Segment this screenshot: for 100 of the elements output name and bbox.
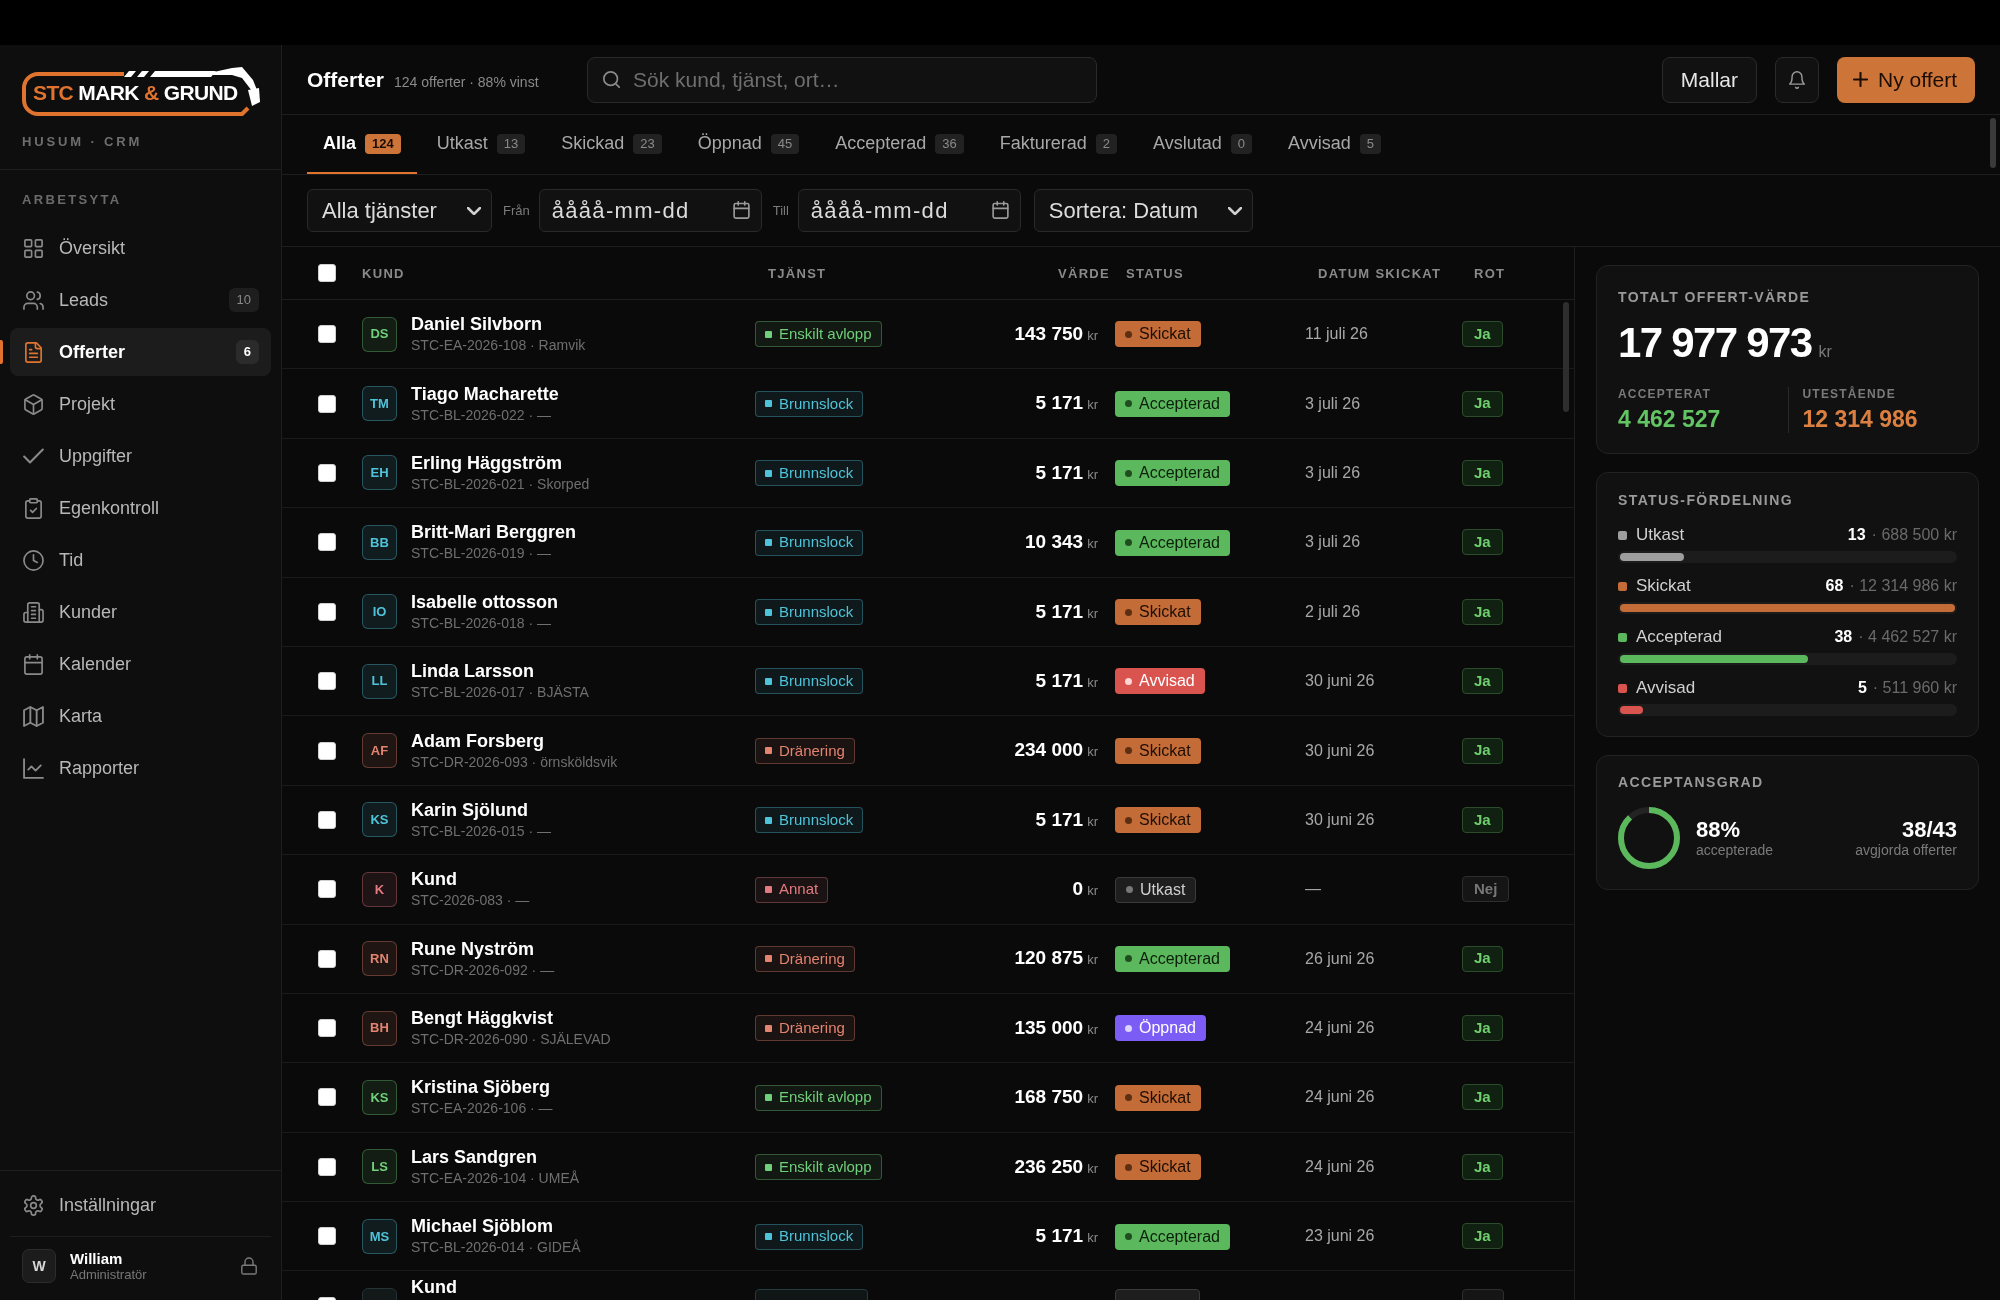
sent-date: 24 juni 26 [1305, 1157, 1375, 1175]
unit-label: kr [1818, 342, 1832, 362]
building-icon [23, 601, 44, 623]
tab[interactable]: Fakturerad 2 [983, 115, 1134, 174]
rot-label: Ja [1462, 1153, 1503, 1180]
offer-reference: STC-DR-2026-092 · — [411, 960, 555, 979]
tab[interactable]: Avslutad 0 [1137, 115, 1268, 174]
rate-label: accepterade [1696, 842, 1774, 859]
status-count: 68 [1825, 576, 1844, 596]
checkbox[interactable] [318, 949, 336, 968]
sent-date: 30 juni 26 [1305, 672, 1375, 690]
notification-button[interactable] [1775, 56, 1819, 103]
offer-amount: 5 171 [1035, 600, 1084, 622]
chevron-down-icon [1228, 206, 1242, 215]
tab[interactable]: Accepterad 36 [819, 115, 980, 174]
date-field[interactable]: åååå-mm-dd [538, 189, 762, 232]
checkmark-icon [23, 448, 44, 464]
customer-name: Kristina Sjöberg [411, 1077, 551, 1098]
sent-date: 24 juni 26 [1305, 1088, 1375, 1106]
status-amount: · 4 462 527 kr [1858, 627, 1957, 647]
search-field[interactable]: Sök kund, tjänst, ort… [587, 56, 1097, 103]
sent-date: 26 juni 26 [1305, 949, 1375, 967]
calendar-icon [23, 653, 44, 675]
tab-count: 0 [1230, 133, 1252, 154]
checkbox[interactable] [318, 880, 336, 899]
tab[interactable]: Skickad 23 [545, 115, 678, 174]
card-title: STATUS-FÖRDELNING [1618, 491, 1793, 509]
status-label: Accepterad [1139, 393, 1220, 414]
scrollbar-thumb[interactable] [1563, 302, 1569, 412]
offer-reference: STC-EA-2026-108 · Ramvik [411, 336, 586, 355]
dropdown-select[interactable]: Alla tjänster [307, 189, 492, 232]
nav-item[interactable]: Rapporter [10, 744, 271, 792]
nav-item[interactable]: Inställningar [10, 1181, 271, 1229]
dropdown-select[interactable]: Sortera: Datum [1033, 189, 1253, 232]
nav-item[interactable]: Egenkontroll [10, 484, 271, 532]
tab[interactable]: Avvisad 5 [1272, 115, 1397, 174]
nav-item[interactable]: Uppgifter [10, 432, 271, 480]
checkbox[interactable] [318, 1157, 336, 1176]
tab[interactable]: Utkast 13 [420, 115, 542, 174]
sent-date: 24 juni 26 [1305, 1019, 1375, 1037]
sent-date: 3 juli 26 [1305, 394, 1361, 412]
rot-label: Ja [1462, 1084, 1503, 1111]
status-amount: · 511 960 kr [1872, 678, 1957, 698]
checkbox[interactable] [318, 325, 336, 344]
metric-label: UTESTÅENDE [1802, 387, 1896, 401]
customer-name: Bengt Häggkvist [411, 1008, 554, 1029]
checkbox[interactable] [318, 1227, 336, 1246]
checkbox[interactable] [318, 810, 336, 829]
currency-label: kr [1087, 466, 1098, 482]
service-label: Dränering [779, 1018, 845, 1039]
offer-reference: STC-BL-2026-014 · GIDEÅ [411, 1238, 581, 1257]
sent-date: — [1305, 880, 1321, 898]
nav-item[interactable]: Projekt [10, 380, 271, 428]
checkbox[interactable] [318, 463, 336, 482]
rot-label: Ja [1462, 459, 1503, 486]
scrollbar-thumb[interactable] [1990, 118, 1996, 168]
date-field[interactable]: åååå-mm-dd [797, 189, 1021, 232]
grid-icon [23, 237, 44, 259]
nav-item[interactable]: Karta [10, 692, 271, 740]
customer-name: Tiago Macharette [411, 383, 559, 404]
currency-label: kr [1087, 327, 1098, 343]
initials-avatar: DS [362, 316, 397, 352]
offer-amount: 5 171 [1035, 392, 1084, 414]
customer-name: Lars Sandgren [411, 1146, 538, 1167]
column-header: ROT [1474, 266, 1506, 281]
offer-reference: STC-2026-083 · — [411, 891, 530, 910]
nav-item[interactable]: Leads 10 [10, 276, 271, 324]
checkbox[interactable] [318, 741, 336, 760]
offer-reference: STC-EA-2026-106 · — [411, 1099, 553, 1118]
nav-item[interactable]: Tid [10, 536, 271, 584]
checkbox[interactable] [318, 1088, 336, 1107]
checkbox[interactable] [318, 602, 336, 621]
currency-label: kr [1087, 536, 1098, 552]
initials-avatar: BB [362, 524, 397, 560]
rot-label: Ja [1462, 668, 1503, 695]
status-label: Accepterad [1139, 948, 1220, 969]
checkbox[interactable] [318, 533, 336, 552]
tab-count: 5 [1359, 133, 1381, 154]
map-icon [23, 705, 44, 727]
customer-name: Kund [411, 1276, 457, 1297]
offer-reference: STC-BL-2026-022 · — [411, 405, 552, 424]
status-label: Accepterad [1139, 1226, 1220, 1247]
tab-count: 45 [770, 133, 800, 154]
primary-button[interactable]: Ny offert [1837, 56, 1975, 103]
nav-item[interactable]: Kalender [10, 640, 271, 688]
customer-name: Adam Forsberg [411, 730, 545, 751]
checkbox[interactable] [318, 264, 336, 282]
checkbox[interactable] [318, 394, 336, 413]
secondary-button[interactable]: Mallar [1661, 56, 1757, 103]
sent-date: 23 juni 26 [1305, 1227, 1375, 1245]
checkbox[interactable] [318, 1019, 336, 1038]
sent-date: 11 juli 26 [1305, 325, 1368, 343]
nav-item[interactable]: Kunder [10, 588, 271, 636]
checkbox[interactable] [318, 672, 336, 691]
tab[interactable]: Öppnad 45 [681, 115, 816, 174]
tab[interactable]: Alla 124 [307, 115, 417, 174]
tab-count: 124 [365, 133, 401, 154]
nav-item[interactable]: Översikt [10, 224, 271, 272]
initials-avatar: LS [362, 1149, 397, 1185]
total-value: 17 977 973 [1618, 319, 1812, 367]
